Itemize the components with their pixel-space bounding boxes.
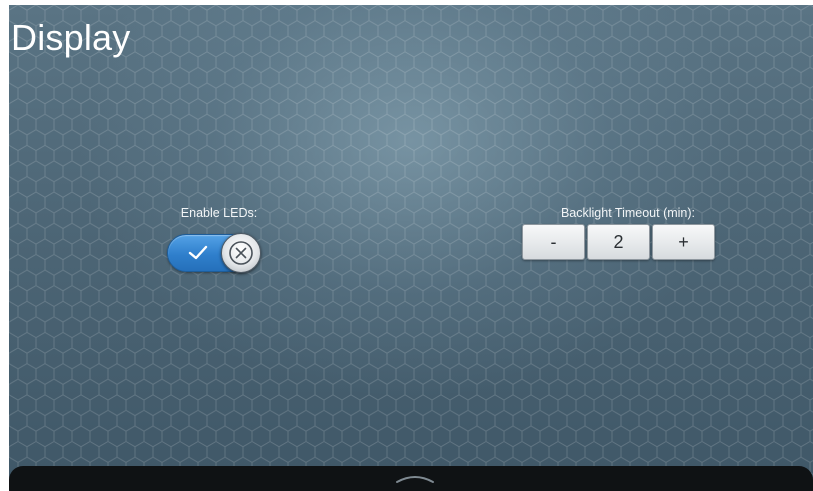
increment-button[interactable]: + [652,224,715,260]
enable-leds-toggle[interactable] [167,233,261,273]
enable-leds-label: Enable LEDs: [180,206,258,220]
bottom-navigation-bar [9,466,813,491]
knob-close-icon [229,241,253,265]
backlight-timeout-label: Backlight Timeout (min): [560,206,696,220]
check-icon [188,245,208,260]
display-settings-screen: Display Enable LEDs: Backlight Timeout (… [9,5,813,491]
decrement-button[interactable]: - [522,224,585,260]
toggle-knob[interactable] [221,233,261,273]
chevron-up-icon[interactable] [395,470,435,484]
backlight-timeout-value[interactable]: 2 [587,224,650,260]
page-title: Display [11,17,131,58]
